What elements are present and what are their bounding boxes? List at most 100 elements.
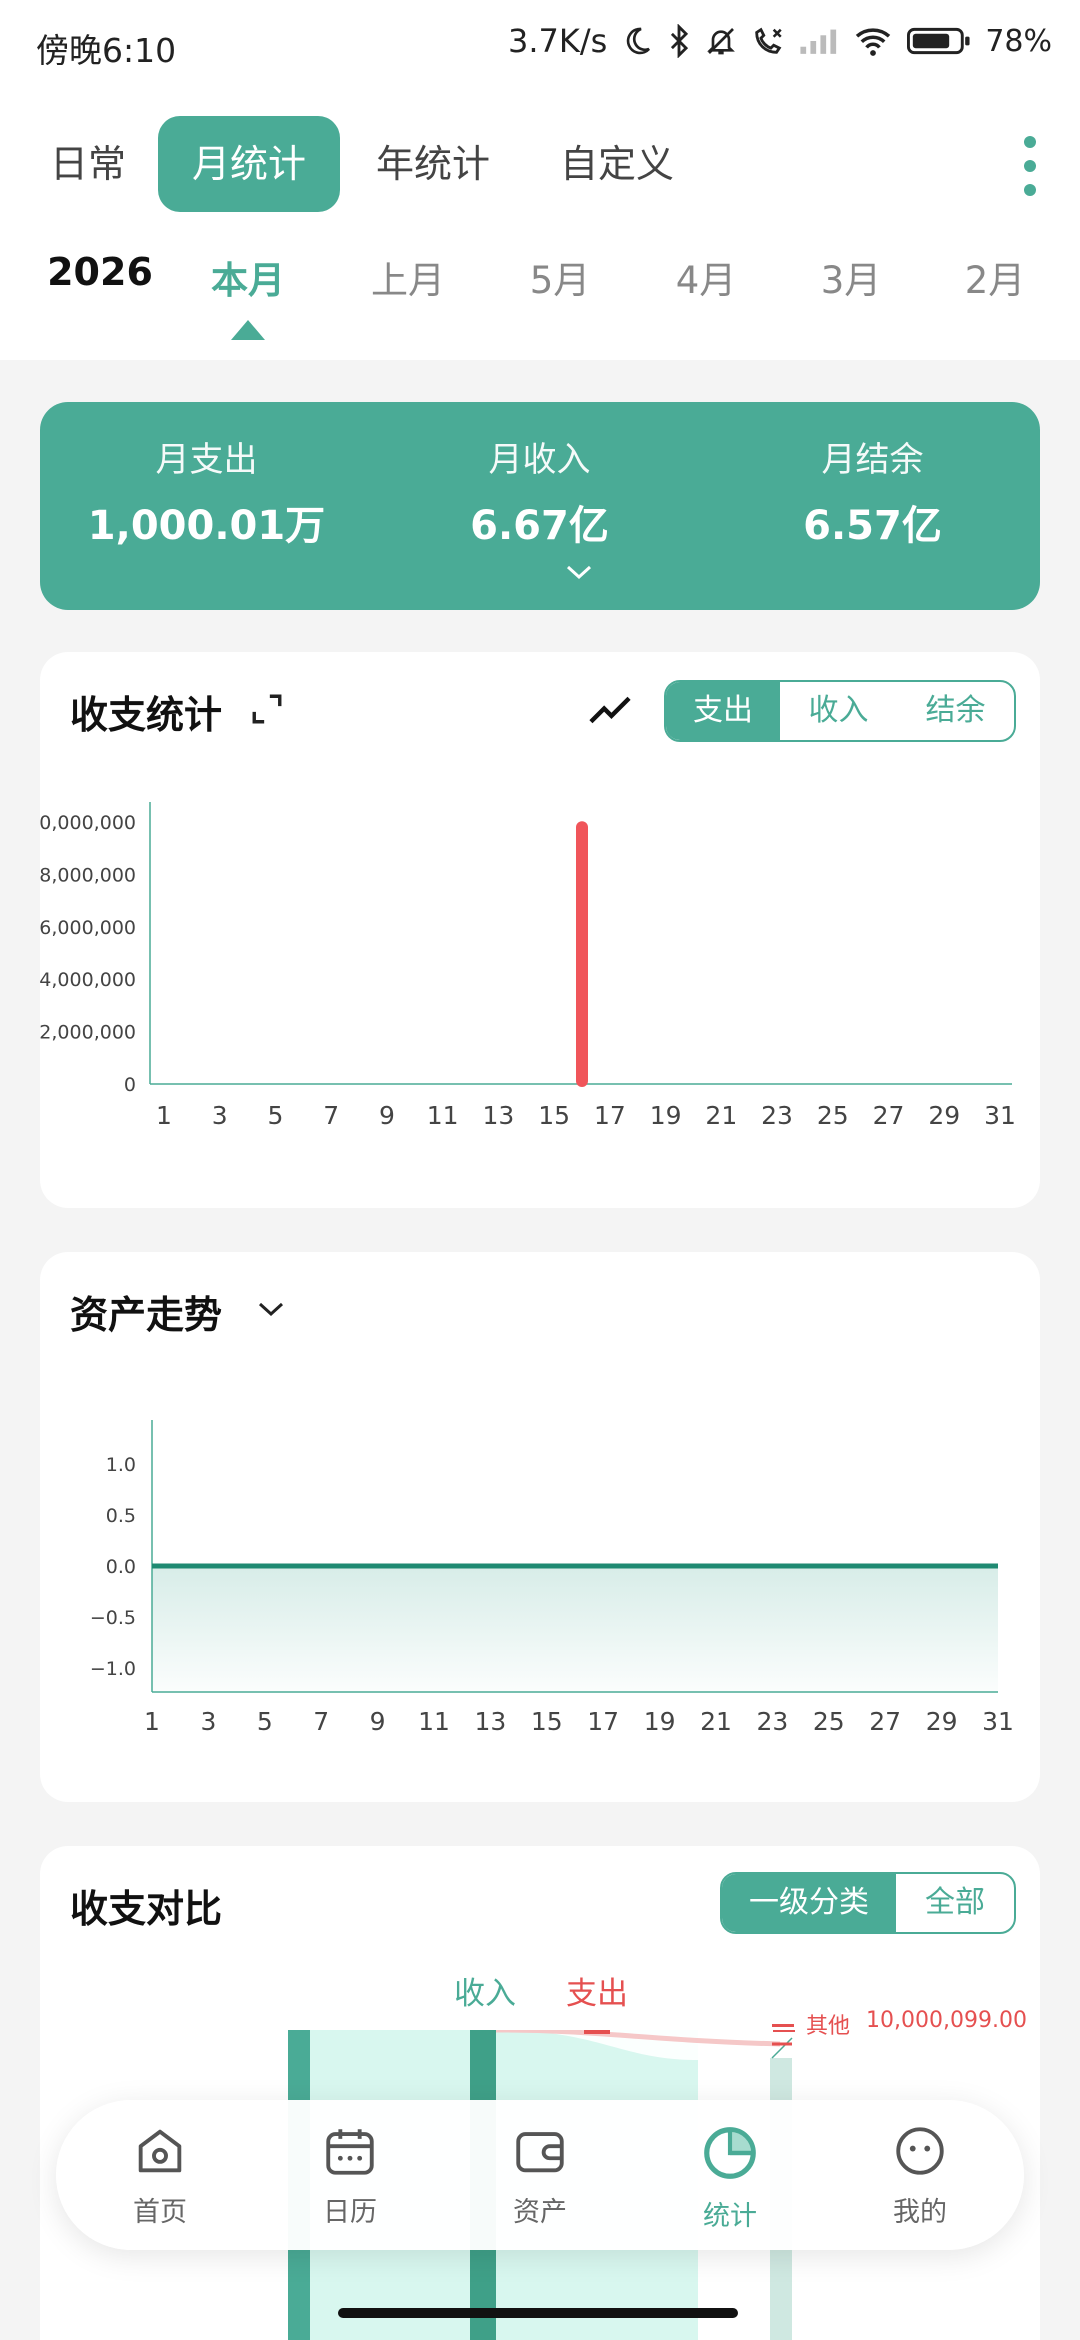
nav-home[interactable]: 首页 [90, 2122, 230, 2229]
nav-profile-label: 我的 [893, 2197, 947, 2228]
pie-chart-icon [704, 2127, 756, 2179]
line-chart-icon[interactable] [588, 692, 632, 728]
x-tick-label: 19 [644, 1707, 676, 1736]
more-options-icon[interactable] [1020, 136, 1040, 196]
x-tick-label: 21 [705, 1101, 737, 1130]
chart-type-toggle: 支出 收入 结余 [664, 680, 1016, 742]
x-tick-label: 9 [379, 1101, 395, 1130]
bottom-nav: 首页 日历 资产 统计 我的 [56, 2100, 1024, 2250]
income-expense-title: 收支统计 [70, 693, 223, 737]
y-tick-label: 0.5 [106, 1505, 136, 1527]
y-tick-label: −1.0 [90, 1658, 136, 1680]
nav-stats[interactable]: 统计 [660, 2122, 800, 2233]
tab-custom[interactable]: 自定义 [526, 116, 708, 212]
tab-monthly[interactable]: 月统计 [158, 116, 341, 212]
nav-stats-label: 统计 [703, 2201, 757, 2232]
x-tick-label: 23 [756, 1707, 788, 1736]
other-value: 10,000,099.00 [866, 2008, 1027, 2033]
chart2-svg: 1.00.50.0−0.5−1.01 3 5 7 9 11 13 15 17 19 21 23 25 27… [90, 1420, 1014, 1736]
x-tick-label: 11 [418, 1707, 450, 1736]
other-label: 其他 [806, 2014, 851, 2039]
x-tick-label: 29 [928, 1101, 960, 1130]
asset-trend-card: 资产走势 1.0 0.5 0.0 −0.5 −1.0 1 3 5 7 9 11 13 15 17 19 21 2… [40, 1252, 1040, 1802]
summary-card[interactable]: 月支出 1,000.01万 月收入 6.67亿 月结余 6.57亿 [40, 402, 1040, 610]
y-tick-label: 0 [124, 1074, 136, 1096]
legend-income: 收入 [454, 1976, 516, 2012]
mute-bell-icon [707, 28, 736, 55]
x-tick-label: 1 [156, 1101, 172, 1130]
x-tick-label: 15 [531, 1707, 563, 1736]
month-feb[interactable]: 2月 [965, 250, 1026, 304]
income-value: 6.67亿 [470, 503, 609, 549]
y-tick-label: 4,000,000 [40, 969, 136, 991]
month-last[interactable]: 上月 [371, 250, 445, 304]
x-tick-label: 17 [594, 1101, 626, 1130]
x-tick-label: 17 [587, 1707, 619, 1736]
tab-daily[interactable]: 日常 [16, 116, 160, 212]
wallet-icon [516, 2132, 564, 2173]
x-tick-label: 5 [257, 1707, 273, 1736]
expense-label: 月支出 [155, 440, 258, 480]
nav-assets[interactable]: 资产 [470, 2122, 610, 2229]
x-tick-label: 7 [313, 1707, 329, 1736]
balance-value: 6.57亿 [803, 503, 942, 549]
month-may[interactable]: 5月 [530, 250, 591, 304]
moon-icon [627, 27, 651, 55]
compare-card: 收支对比 一级分类 全部 收入 支出 其他 10,000,099.00 [40, 1846, 1040, 2340]
calendar-icon [326, 2129, 374, 2175]
tab-yearly[interactable]: 年统计 [342, 116, 524, 212]
nav-calendar[interactable]: 日历 [280, 2122, 420, 2229]
home-indicator [338, 2308, 738, 2318]
summary-balance: 月结余 6.57亿 [706, 432, 1039, 551]
toggle-balance[interactable]: 结余 [897, 682, 1014, 740]
nav-assets-label: 资产 [513, 2197, 567, 2228]
expense-value: 1,000.01万 [87, 503, 326, 549]
x-tick-label: 13 [474, 1707, 506, 1736]
balance-label: 月结余 [821, 440, 924, 480]
x-tick-label: 13 [482, 1101, 514, 1130]
month-this[interactable]: 本月 [211, 250, 285, 304]
toggle-expense[interactable]: 支出 [666, 682, 780, 740]
signal-icon [800, 29, 837, 54]
income-expense-card: 收支统计 支出 收入 结余 0 2,000,000 4,000,000 6,000,0… [40, 652, 1040, 1208]
y-tick-label: −0.5 [90, 1607, 136, 1629]
status-icons: 3.7K/s 78% [508, 22, 1052, 60]
x-tick-label: 11 [427, 1101, 459, 1130]
asset-trend-title: 资产走势 [70, 1293, 223, 1337]
x-tick-label: 7 [323, 1101, 339, 1130]
chevron-down-icon[interactable] [564, 562, 594, 582]
year-label[interactable]: 2026 [47, 250, 153, 294]
x-tick-label: 23 [761, 1101, 793, 1130]
x-tick-label: 3 [200, 1707, 216, 1736]
wifi-icon [856, 28, 891, 56]
selected-month-indicator [231, 320, 265, 340]
battery-level: 78% [985, 23, 1052, 59]
x-tick-label: 19 [650, 1101, 682, 1130]
expand-icon[interactable] [250, 692, 284, 726]
x-tick-label: 31 [984, 1101, 1016, 1130]
other-marker [772, 2024, 794, 2027]
sankey-node-expense [584, 2030, 610, 2034]
y-tick-label: 0.0 [106, 1556, 136, 1578]
x-tick-label: 29 [926, 1707, 958, 1736]
trend-area [152, 1566, 998, 1692]
x-tick-label: 27 [873, 1101, 905, 1130]
call-icon [755, 27, 782, 54]
x-tick-label: 25 [817, 1101, 849, 1130]
y-tick-label: 8,000,000 [40, 864, 136, 886]
month-april[interactable]: 4月 [676, 250, 737, 304]
x-tick-label: 15 [538, 1101, 570, 1130]
nav-calendar-label: 日历 [323, 2197, 377, 2228]
compare-title: 收支对比 [70, 1887, 223, 1931]
toggle-income[interactable]: 收入 [780, 682, 897, 740]
nav-profile[interactable]: 我的 [850, 2122, 990, 2229]
x-tick-label: 27 [869, 1707, 901, 1736]
bluetooth-icon [671, 24, 689, 58]
month-selector: 2026 本月 上月 5月 4月 3月 2月 [0, 250, 1080, 350]
network-speed: 3.7K/s [507, 22, 608, 60]
chevron-down-icon[interactable] [256, 1298, 286, 1320]
x-tick-label: 9 [370, 1707, 386, 1736]
x-tick-label: 5 [268, 1101, 284, 1130]
summary-expense: 月支出 1,000.01万 [40, 432, 373, 551]
month-march[interactable]: 3月 [821, 250, 882, 304]
